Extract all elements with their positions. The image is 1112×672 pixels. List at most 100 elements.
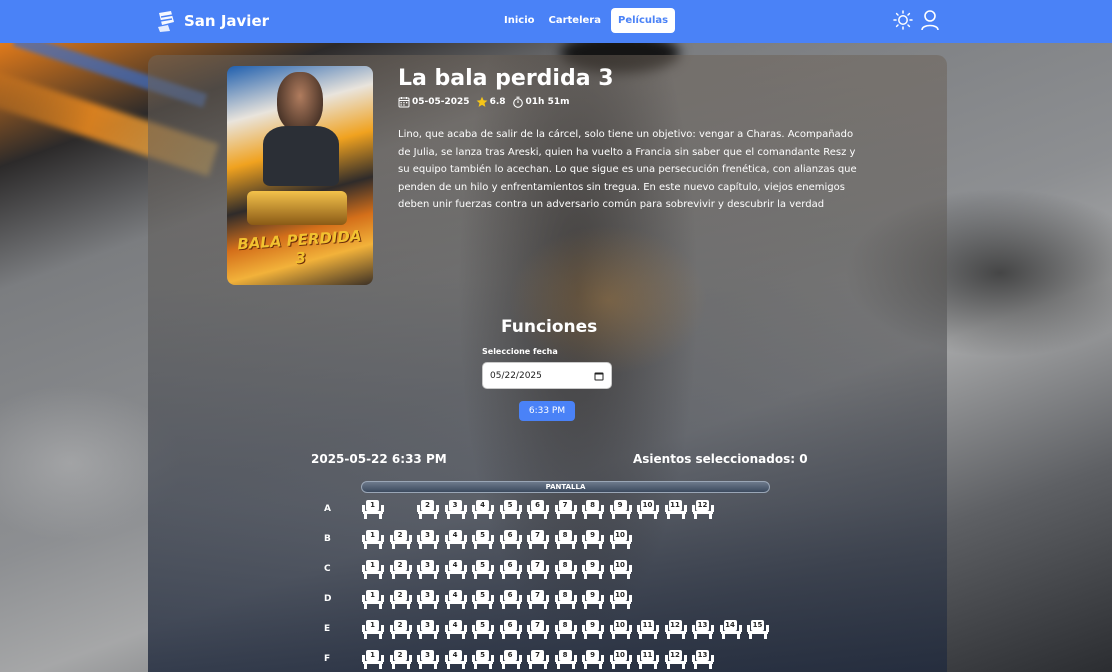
seat-D4[interactable]: 4 (444, 589, 467, 611)
seat-A10[interactable]: 10 (637, 499, 659, 521)
seat-E2[interactable]: 2 (389, 619, 412, 641)
seat-F9[interactable]: 9 (582, 649, 604, 671)
seat-A2[interactable]: 2 (417, 499, 439, 521)
calendar-icon (398, 97, 410, 108)
logo-icon (158, 11, 174, 32)
seat-E6[interactable]: 6 (499, 619, 522, 641)
movie-synopsis: Lino, que acaba de salir de la cárcel, s… (398, 129, 857, 211)
nav-link-inicio[interactable]: Inicio (497, 8, 542, 33)
seat-F8[interactable]: 8 (554, 649, 577, 671)
poster-title: BALA PERDIDA 3 (236, 226, 363, 268)
nav-link-cartelera[interactable]: Cartelera (542, 8, 608, 33)
date-label: Seleccione fecha (482, 347, 558, 356)
seat-F12[interactable]: 12 (664, 649, 687, 671)
selected-seats-count: Asientos seleccionados: 0 (633, 452, 808, 466)
seat-A1[interactable]: 1 (362, 499, 384, 521)
seat-F4[interactable]: 4 (444, 649, 467, 671)
brand[interactable]: San Javier (156, 10, 269, 32)
seat-C2[interactable]: 2 (389, 559, 412, 581)
seat-A11[interactable]: 11 (664, 499, 687, 521)
movie-title: La bala perdida 3 (398, 66, 614, 91)
seat-D1[interactable]: 1 (362, 589, 384, 611)
seat-A3[interactable]: 3 (444, 499, 467, 521)
seat-B3[interactable]: 3 (417, 529, 439, 551)
sun-icon[interactable] (893, 9, 913, 31)
date-input[interactable]: 05/22/2025 (482, 362, 612, 389)
seat-B5[interactable]: 5 (472, 529, 494, 551)
screen-indicator: PANTALLA (361, 481, 770, 493)
release-date: 05-05-2025 (412, 97, 470, 107)
seat-E5[interactable]: 5 (472, 619, 494, 641)
seat-E14[interactable]: 14 (719, 619, 742, 641)
movie-poster: BALA PERDIDA 3 (227, 66, 373, 285)
seat-E10[interactable]: 10 (609, 619, 632, 641)
seat-A12[interactable]: 12 (692, 499, 714, 521)
seat-F2[interactable]: 2 (389, 649, 412, 671)
seat-B8[interactable]: 8 (554, 529, 577, 551)
seat-C5[interactable]: 5 (472, 559, 494, 581)
seat-D8[interactable]: 8 (554, 589, 577, 611)
seat-E12[interactable]: 12 (664, 619, 687, 641)
seat-C6[interactable]: 6 (499, 559, 522, 581)
funciones-heading: Funciones (501, 317, 598, 337)
seat-C8[interactable]: 8 (554, 559, 577, 581)
date-value: 05/22/2025 (490, 370, 542, 381)
seat-B10[interactable]: 10 (609, 529, 632, 551)
seat-F10[interactable]: 10 (609, 649, 632, 671)
showtime-button[interactable]: 6:33 PM (519, 401, 575, 421)
nav-link-peliculas[interactable]: Películas (610, 8, 676, 33)
seat-C7[interactable]: 7 (527, 559, 549, 581)
seat-A4[interactable]: 4 (472, 499, 494, 521)
timer-icon (512, 96, 523, 108)
navbar: San Javier Inicio Cartelera Películas (0, 0, 1112, 43)
seat-D3[interactable]: 3 (417, 589, 439, 611)
calendar-picker-icon[interactable] (594, 371, 604, 381)
seat-D10[interactable]: 10 (609, 589, 632, 611)
seat-D9[interactable]: 9 (582, 589, 604, 611)
seat-E7[interactable]: 7 (527, 619, 549, 641)
seat-F13[interactable]: 13 (692, 649, 714, 671)
seat-D6[interactable]: 6 (499, 589, 522, 611)
seat-E3[interactable]: 3 (417, 619, 439, 641)
seat-E1[interactable]: 1 (362, 619, 384, 641)
seat-F11[interactable]: 11 (637, 649, 659, 671)
seat-A9[interactable]: 9 (609, 499, 632, 521)
seat-E9[interactable]: 9 (582, 619, 604, 641)
seat-C10[interactable]: 10 (609, 559, 632, 581)
seat-E4[interactable]: 4 (444, 619, 467, 641)
seat-E11[interactable]: 11 (637, 619, 659, 641)
user-icon[interactable] (920, 9, 940, 31)
seat-E15[interactable]: 15 (747, 619, 769, 641)
seat-A5[interactable]: 5 (499, 499, 522, 521)
seat-D7[interactable]: 7 (527, 589, 549, 611)
seat-F7[interactable]: 7 (527, 649, 549, 671)
star-icon (476, 96, 487, 107)
seat-B1[interactable]: 1 (362, 529, 384, 551)
seat-B7[interactable]: 7 (527, 529, 549, 551)
nav-links: Inicio Cartelera Películas (497, 8, 676, 33)
row-label: A (324, 504, 331, 514)
seat-C1[interactable]: 1 (362, 559, 384, 581)
movie-meta: 05-05-2025 6.8 01h 51m (398, 96, 576, 108)
seat-E8[interactable]: 8 (554, 619, 577, 641)
seat-D2[interactable]: 2 (389, 589, 412, 611)
seat-F3[interactable]: 3 (417, 649, 439, 671)
seat-D5[interactable]: 5 (472, 589, 494, 611)
duration: 01h 51m (525, 97, 570, 107)
seat-C9[interactable]: 9 (582, 559, 604, 581)
seat-F6[interactable]: 6 (499, 649, 522, 671)
seat-C4[interactable]: 4 (444, 559, 467, 581)
seat-B4[interactable]: 4 (444, 529, 467, 551)
seat-E13[interactable]: 13 (692, 619, 714, 641)
seat-C3[interactable]: 3 (417, 559, 439, 581)
seat-F1[interactable]: 1 (362, 649, 384, 671)
brand-name: San Javier (184, 12, 270, 30)
seat-A8[interactable]: 8 (582, 499, 604, 521)
seat-A6[interactable]: 6 (527, 499, 549, 521)
seat-F5[interactable]: 5 (472, 649, 494, 671)
seat-A7[interactable]: 7 (554, 499, 577, 521)
row-label: C (324, 564, 331, 574)
seat-B9[interactable]: 9 (582, 529, 604, 551)
seat-B6[interactable]: 6 (499, 529, 522, 551)
seat-B2[interactable]: 2 (389, 529, 412, 551)
